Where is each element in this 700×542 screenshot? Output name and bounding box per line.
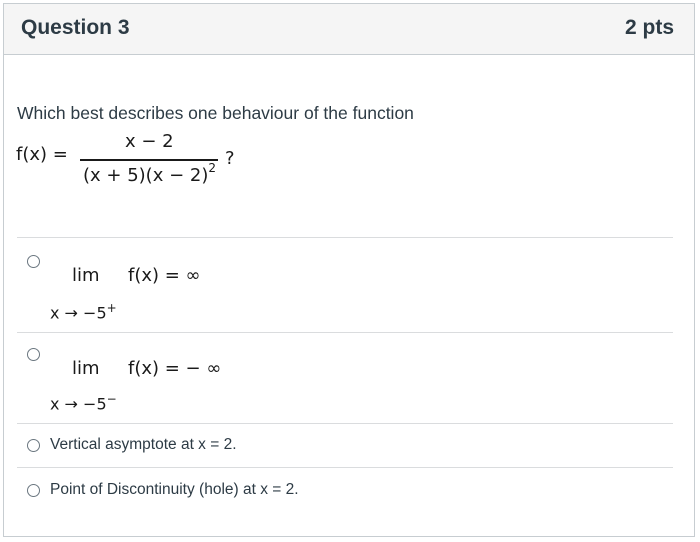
denominator-text: (x + 5)(x − 2)	[83, 165, 209, 186]
option-2-lim: lim	[72, 358, 100, 379]
option-2-approach-sup: −	[106, 392, 117, 406]
fraction-denominator: (x + 5)(x − 2)2	[83, 161, 216, 186]
question-mark: ?	[225, 148, 235, 169]
option-1-lim: lim	[72, 265, 100, 286]
option-3-radio[interactable]	[27, 439, 40, 452]
function-lhs: f(x) =	[16, 144, 68, 165]
question-points: 2 pts	[624, 16, 674, 39]
fraction-numerator: x − 2	[125, 131, 174, 152]
fraction-bar	[80, 159, 218, 161]
question-card: Question 3 2 pts	[3, 3, 695, 537]
option-4-radio[interactable]	[27, 484, 40, 497]
option-1-approach-text: x → −5	[50, 303, 107, 323]
question-title: Question 3	[21, 16, 130, 39]
option-divider	[17, 237, 673, 238]
option-divider	[17, 467, 673, 468]
question-header: Question 3 2 pts	[4, 4, 694, 55]
option-1-approach: x → −5+	[50, 301, 117, 322]
option-divider	[17, 332, 673, 333]
denominator-exponent: 2	[208, 161, 216, 175]
option-2-radio[interactable]	[27, 348, 40, 361]
option-2-expression: f(x) = − ∞	[128, 358, 222, 379]
option-divider	[17, 423, 673, 424]
question-prompt: Which best describes one behaviour of th…	[17, 103, 414, 123]
option-1-radio[interactable]	[27, 255, 40, 268]
option-4-label[interactable]: Point of Discontinuity (hole) at x = 2.	[50, 481, 299, 499]
option-1-expression: f(x) = ∞	[128, 265, 201, 286]
function-fraction: x − 2 (x + 5)(x − 2)2	[80, 128, 225, 198]
option-3-label[interactable]: Vertical asymptote at x = 2.	[50, 436, 237, 454]
option-2-approach-text: x → −5	[50, 394, 107, 414]
option-1-approach-sup: +	[106, 301, 117, 315]
option-2-approach: x → −5−	[50, 392, 117, 413]
